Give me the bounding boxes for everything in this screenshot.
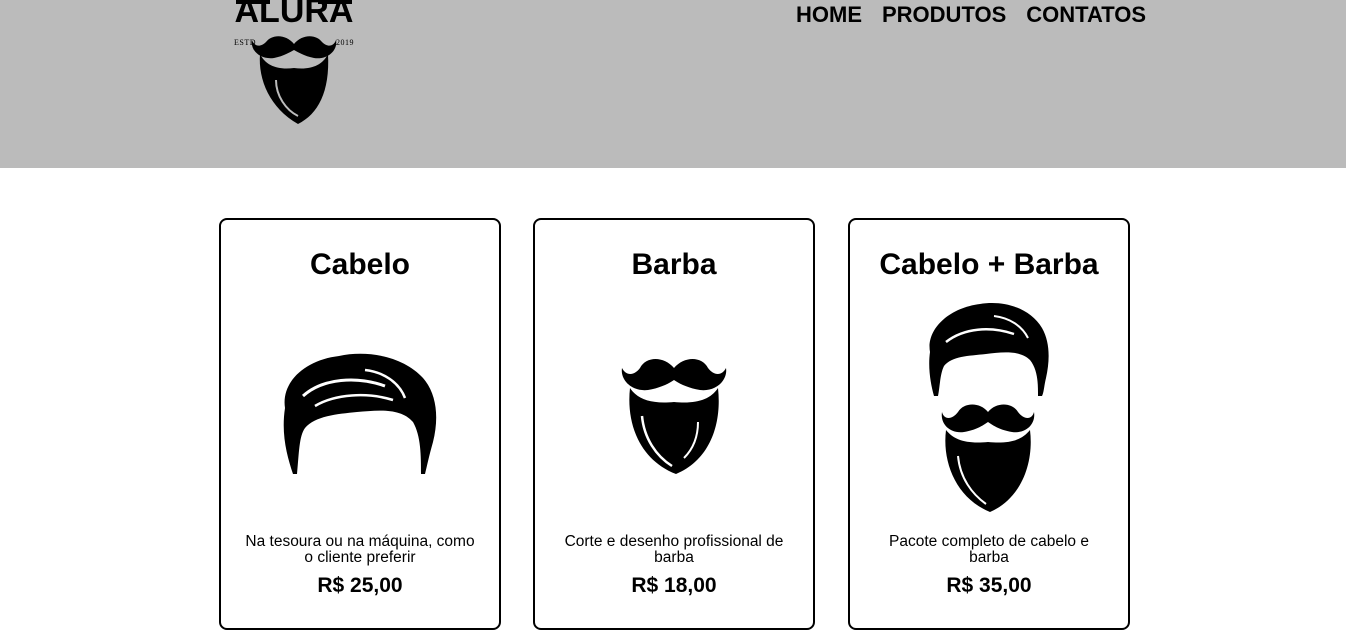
product-card-cabelo: Cabelo Na tesoura ou na máquina, como o …: [219, 218, 501, 630]
product-illustration: [535, 298, 813, 518]
product-price: R$ 35,00: [946, 574, 1032, 597]
product-illustration: [221, 298, 499, 518]
product-illustration: [850, 298, 1128, 518]
logo-name: ALURA: [234, 0, 354, 30]
nav-produtos-link[interactable]: PRODUTOS: [882, 4, 1006, 26]
beard-icon: [621, 359, 727, 474]
hair-and-beard-icon: [929, 303, 1049, 512]
hair-icon: [283, 353, 437, 474]
logo-estd: ESTD: [234, 38, 256, 47]
site-header: ALURA ESTD 2019 HOME PRODUTOS CONTATOS: [0, 0, 1346, 168]
product-price: R$ 18,00: [631, 574, 717, 597]
product-title: Barba: [631, 248, 717, 281]
logo-year: 2019: [336, 38, 354, 47]
product-card-cabelo-barba: Cabelo + Barba Pacote completo de cabelo…: [848, 218, 1130, 630]
nav-home-link[interactable]: HOME: [796, 4, 862, 26]
product-description: Corte e desenho profissional de barba: [564, 533, 784, 566]
product-card-barba: Barba Corte e desenho profissional de ba…: [533, 218, 815, 630]
product-description: Pacote completo de cabelo e barba: [889, 533, 1089, 566]
nav-contatos-link[interactable]: CONTATOS: [1026, 4, 1146, 26]
product-price: R$ 25,00: [317, 574, 403, 597]
product-title: Cabelo + Barba: [879, 248, 1099, 281]
logo[interactable]: ALURA ESTD 2019: [230, 0, 358, 130]
product-title: Cabelo: [309, 248, 411, 281]
product-description: Na tesoura ou na máquina, como o cliente…: [245, 533, 475, 566]
main-nav: HOME PRODUTOS CONTATOS: [796, 4, 1146, 26]
